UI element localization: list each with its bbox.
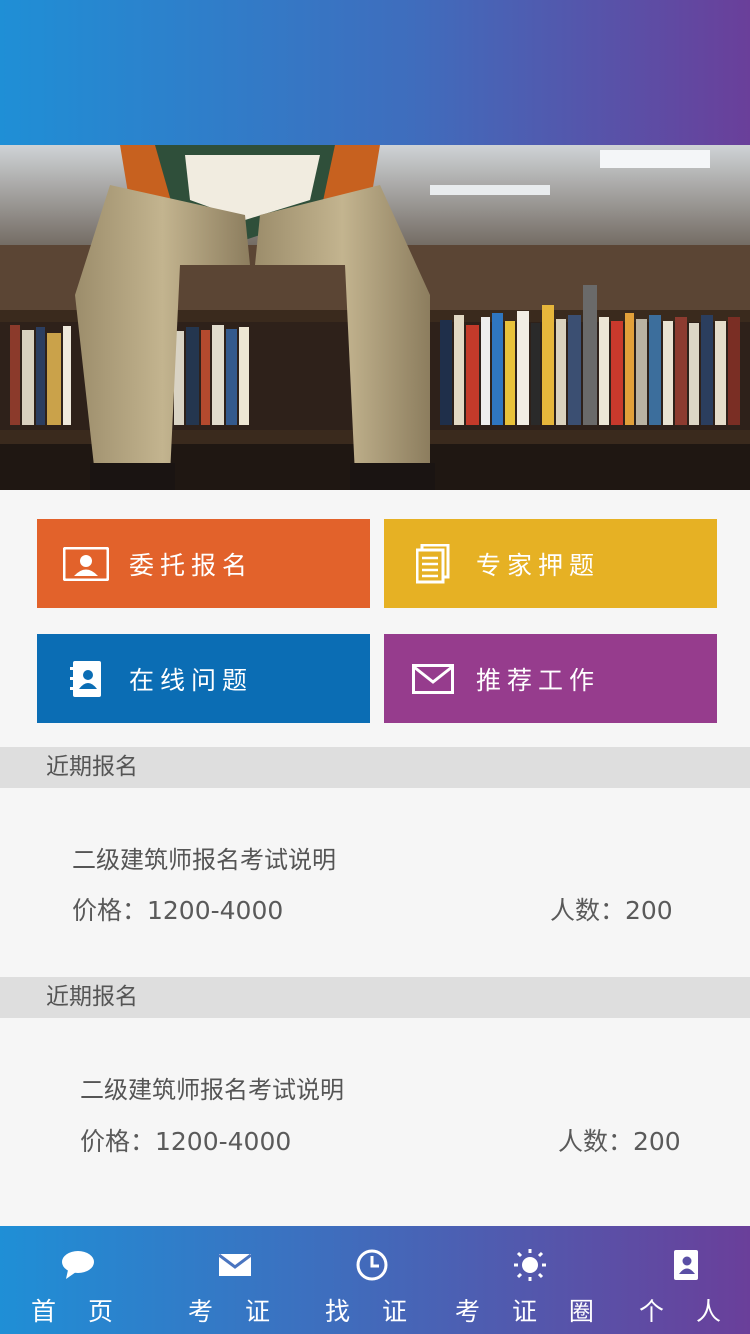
tile-label: 在线问题 (129, 665, 254, 695)
item-people: 人数：200 (558, 1127, 681, 1156)
tab-profile[interactable]: 个 人 (636, 1226, 736, 1334)
contact-book-icon (63, 656, 109, 702)
item-title: 二级建筑师报名考试说明 (72, 846, 336, 874)
tab-label: 个 人 (639, 1297, 733, 1326)
mail-icon (217, 1248, 253, 1282)
tab-exam-cert[interactable]: 考 证 (185, 1226, 285, 1334)
contact-book-icon (668, 1248, 704, 1282)
section-header: 近期报名 (0, 747, 750, 788)
tab-find-cert[interactable]: 找 证 (322, 1226, 422, 1334)
sun-icon (512, 1248, 548, 1282)
tab-label: 考 证 圈 (455, 1297, 606, 1326)
mail-icon (410, 656, 456, 702)
list-item[interactable]: 二级建筑师报名考试说明 价格：1200-4000 人数：200 (0, 788, 750, 977)
tile-entrust-signup[interactable]: 委托报名 (37, 519, 370, 608)
tile-online-questions[interactable]: 在线问题 (37, 634, 370, 723)
tile-label: 专家押题 (476, 550, 601, 580)
section-header: 近期报名 (0, 977, 750, 1018)
item-price: 价格：1200-4000 (72, 896, 284, 925)
tile-label: 推荐工作 (476, 665, 601, 695)
tile-recommended-jobs[interactable]: 推荐工作 (384, 634, 717, 723)
bottom-tab-bar: 首 页 考 证 找 证 考 证 圈 个 人 (0, 1226, 750, 1334)
tile-expert-predictions[interactable]: 专家押题 (384, 519, 717, 608)
item-title: 二级建筑师报名考试说明 (80, 1076, 344, 1104)
clock-icon (354, 1248, 390, 1282)
tab-label: 找 证 (325, 1297, 419, 1326)
item-people: 人数：200 (550, 896, 673, 925)
banner-image (0, 145, 750, 490)
top-header (0, 0, 750, 145)
chat-bubble-icon (60, 1248, 96, 1282)
tab-label: 首 页 (31, 1297, 125, 1326)
item-price: 价格：1200-4000 (80, 1127, 292, 1156)
tab-exam-circle[interactable]: 考 证 圈 (455, 1226, 605, 1334)
tab-home[interactable]: 首 页 (22, 1226, 134, 1334)
list-item[interactable]: 二级建筑师报名考试说明 价格：1200-4000 人数：200 (0, 1018, 750, 1226)
tab-label: 考 证 (188, 1297, 282, 1326)
tile-label: 委托报名 (129, 550, 254, 580)
id-card-icon (63, 541, 109, 587)
document-icon (410, 541, 456, 587)
